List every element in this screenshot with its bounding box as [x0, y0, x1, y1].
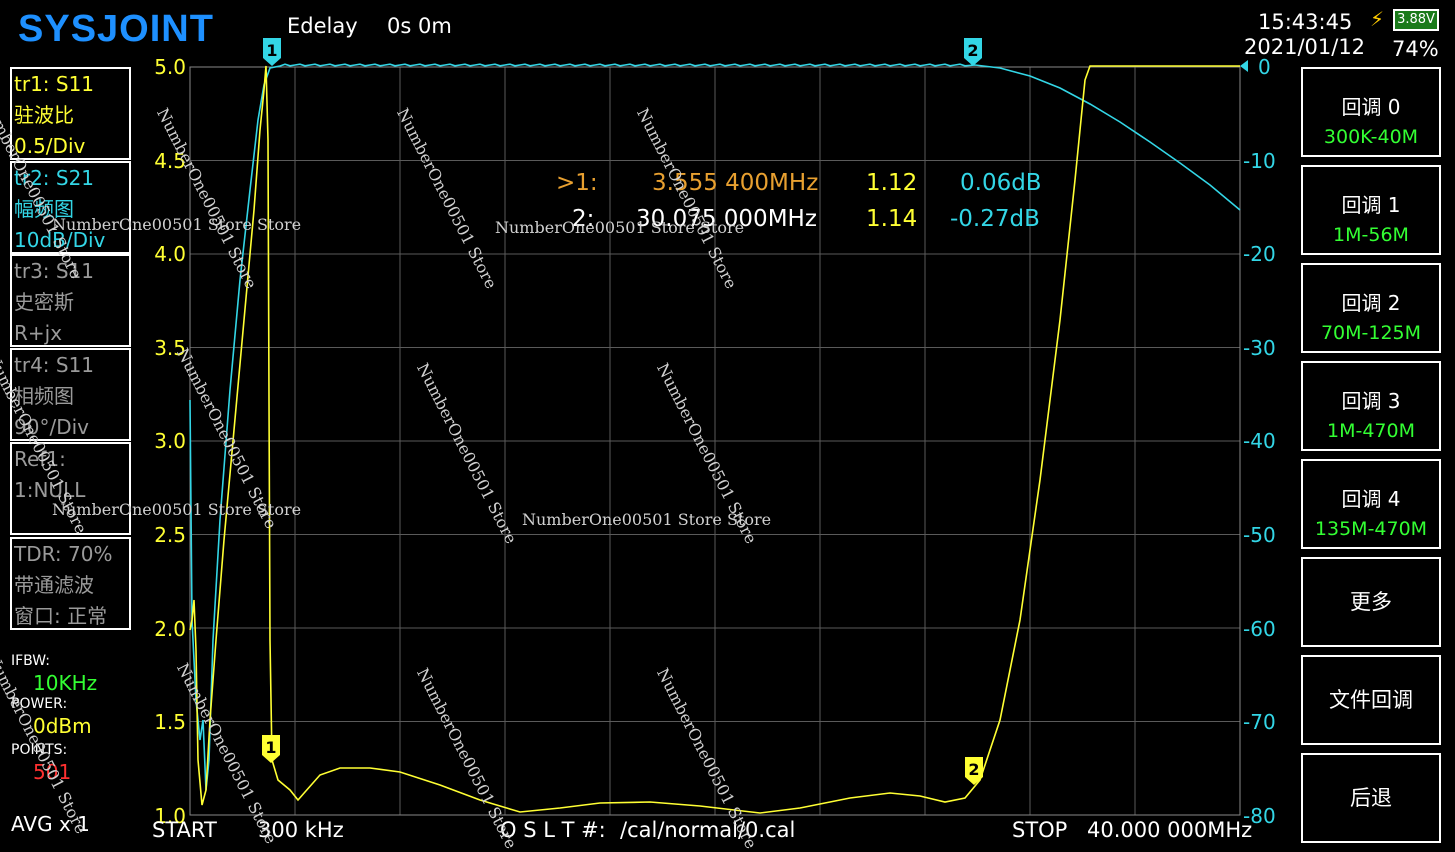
menu-button-title: 回调 4	[1341, 487, 1401, 511]
menu-button-2[interactable]: 回调 2 70M-125M	[1301, 263, 1441, 353]
right-axis-tick: -10	[1243, 148, 1276, 173]
right-axis-tick: -70	[1243, 710, 1276, 735]
menu-button-subtitle: 1M-470M	[1327, 420, 1415, 442]
menu-button-1[interactable]: 回调 1 1M-56M	[1301, 165, 1441, 255]
left-axis-tick: 1.5	[154, 710, 186, 735]
marker2-db: -0.27dB	[950, 206, 1040, 232]
menu-button-subtitle: 70M-125M	[1320, 322, 1422, 344]
menu-button-3[interactable]: 回调 3 1M-470M	[1301, 361, 1441, 451]
reference-arrow-icon	[1240, 60, 1248, 72]
right-axis-tick: -60	[1243, 616, 1276, 641]
marker-1-s21-flag[interactable]: 1	[263, 38, 281, 66]
marker-1-swr-flag[interactable]: 1	[262, 735, 280, 763]
menu-button-6[interactable]: 文件回调	[1301, 655, 1441, 745]
stop-value: 40.000 000MHz	[1087, 818, 1253, 842]
start-label: START	[152, 818, 217, 842]
battery-percent: 74%	[1392, 37, 1439, 61]
menu-button-0[interactable]: 回调 0 300K-40M	[1301, 67, 1441, 157]
right-axis-tick: -40	[1243, 429, 1276, 454]
right-axis-tick: -20	[1243, 242, 1276, 267]
menu-button-title: 回调 1	[1341, 193, 1401, 217]
right-axis-tick: -50	[1243, 523, 1276, 547]
marker1-prefix: >1:	[556, 170, 598, 196]
menu-button-title: 更多	[1350, 590, 1392, 614]
menu-button-4[interactable]: 回调 4 135M-470M	[1301, 459, 1441, 549]
left-axis-tick: 3.0	[154, 429, 186, 454]
left-axis-tick: 4.0	[154, 242, 186, 267]
menu-button-title: 回调 0	[1341, 95, 1401, 119]
marker-label: 1	[265, 738, 276, 757]
battery-voltage: 3.88V	[1397, 12, 1435, 27]
left-axis-tick: 2.0	[154, 616, 186, 641]
right-axis-tick: -30	[1243, 335, 1276, 360]
left-axis-tick: 2.5	[154, 523, 186, 547]
charging-icon: ⚡	[1370, 7, 1385, 31]
battery-icon: 3.88V	[1393, 9, 1439, 31]
menu-button-subtitle: 1M-56M	[1333, 224, 1409, 246]
menu-button-title: 文件回调	[1329, 688, 1413, 712]
marker2-swr: 1.14	[866, 206, 918, 232]
cal-path: /cal/normal/0.cal	[620, 818, 796, 842]
marker-label: 2	[968, 760, 979, 779]
menu-button-title: 回调 2	[1341, 291, 1401, 315]
marker-label: 1	[266, 41, 277, 60]
marker-label: 2	[967, 41, 978, 60]
stop-label: STOP	[1012, 818, 1068, 842]
menu-button-title: 后退	[1350, 786, 1392, 810]
marker1-db: 0.06dB	[960, 170, 1042, 196]
left-axis-tick: 5.0	[154, 55, 186, 79]
marker1-swr: 1.12	[866, 170, 918, 196]
menu-button-subtitle: 300K-40M	[1323, 126, 1419, 148]
menu-button-title: 回调 3	[1341, 389, 1401, 413]
marker-2-s21-flag[interactable]: 2	[964, 38, 982, 66]
right-axis-tick: 0	[1258, 55, 1271, 79]
menu-button-7[interactable]: 后退	[1301, 753, 1441, 843]
menu-button-subtitle: 135M-470M	[1314, 518, 1428, 540]
menu-button-5[interactable]: 更多	[1301, 557, 1441, 647]
watermark-text: NumberOne00501 Store Store	[52, 215, 302, 234]
